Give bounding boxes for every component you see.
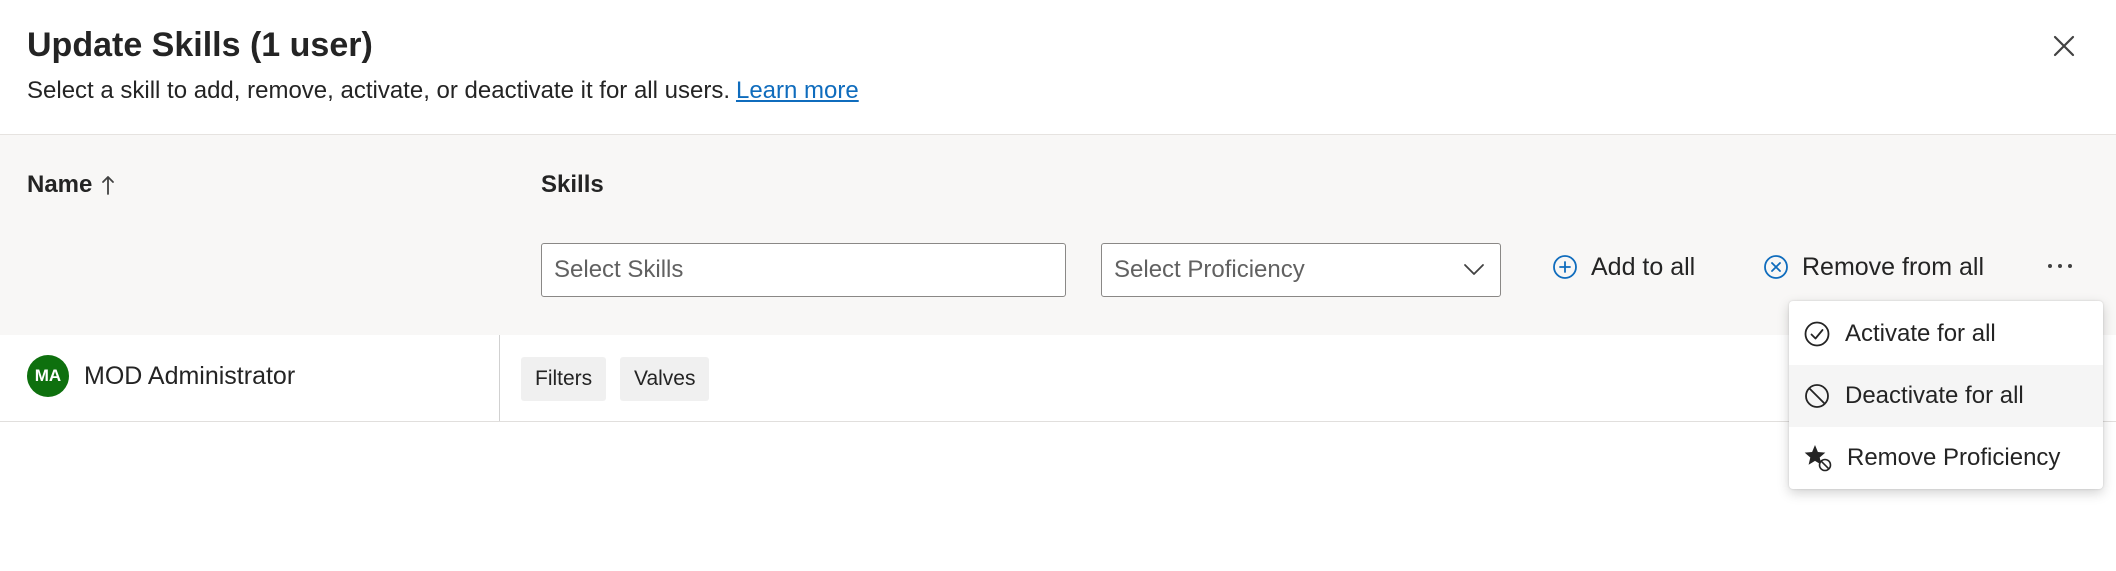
menu-item-label: Remove Proficiency <box>1847 444 2061 471</box>
menu-item-remove-proficiency[interactable]: Remove Proficiency <box>1789 427 2103 489</box>
dismiss-circle-icon <box>1762 253 1790 281</box>
column-header-skills: Skills <box>541 171 604 198</box>
more-horizontal-icon <box>2042 248 2078 284</box>
star-prohibited-icon <box>1803 443 1833 473</box>
add-to-all-label: Add to all <box>1591 253 1696 281</box>
checkmark-circle-icon <box>1803 320 1831 348</box>
close-button[interactable] <box>2046 28 2082 64</box>
column-divider <box>499 335 500 421</box>
remove-from-all-button[interactable]: Remove from all <box>1762 250 1984 284</box>
column-header-name[interactable]: Name <box>27 168 116 202</box>
add-circle-icon <box>1551 253 1579 281</box>
add-to-all-button[interactable]: Add to all <box>1551 250 1695 284</box>
avatar: MA <box>27 355 69 397</box>
skill-tag-filters[interactable]: Filters <box>521 357 607 401</box>
close-icon <box>2046 28 2082 64</box>
dialog-subtitle: Select a skill to add, remove, activate,… <box>27 75 859 107</box>
menu-item-label: Deactivate for all <box>1845 382 2024 409</box>
menu-item-deactivate-for-all[interactable]: Deactivate for all <box>1789 365 2103 427</box>
subtitle-text: Select a skill to add, remove, activate,… <box>27 77 730 104</box>
menu-item-activate-for-all[interactable]: Activate for all <box>1789 303 2103 365</box>
learn-more-link[interactable]: Learn more <box>736 77 859 104</box>
user-name: MOD Administrator <box>84 362 296 390</box>
prohibited-icon <box>1803 382 1831 410</box>
dialog-title: Update Skills (1 user) <box>27 26 373 64</box>
chevron-down-icon <box>1462 259 1486 279</box>
select-proficiency-dropdown[interactable]: Select Proficiency <box>1101 243 1501 297</box>
skill-tag-valves[interactable]: Valves <box>620 357 710 401</box>
arrow-up-icon <box>100 173 116 197</box>
more-options-button[interactable] <box>2042 248 2078 284</box>
column-header-name-label: Name <box>27 171 93 198</box>
remove-from-all-label: Remove from all <box>1802 253 1984 281</box>
select-skills-input[interactable]: Select Skills <box>541 243 1066 297</box>
menu-item-label: Activate for all <box>1845 320 1996 347</box>
more-options-menu: Activate for all Deactivate for all Remo… <box>1789 301 2103 489</box>
select-proficiency-placeholder: Select Proficiency <box>1114 256 1305 283</box>
